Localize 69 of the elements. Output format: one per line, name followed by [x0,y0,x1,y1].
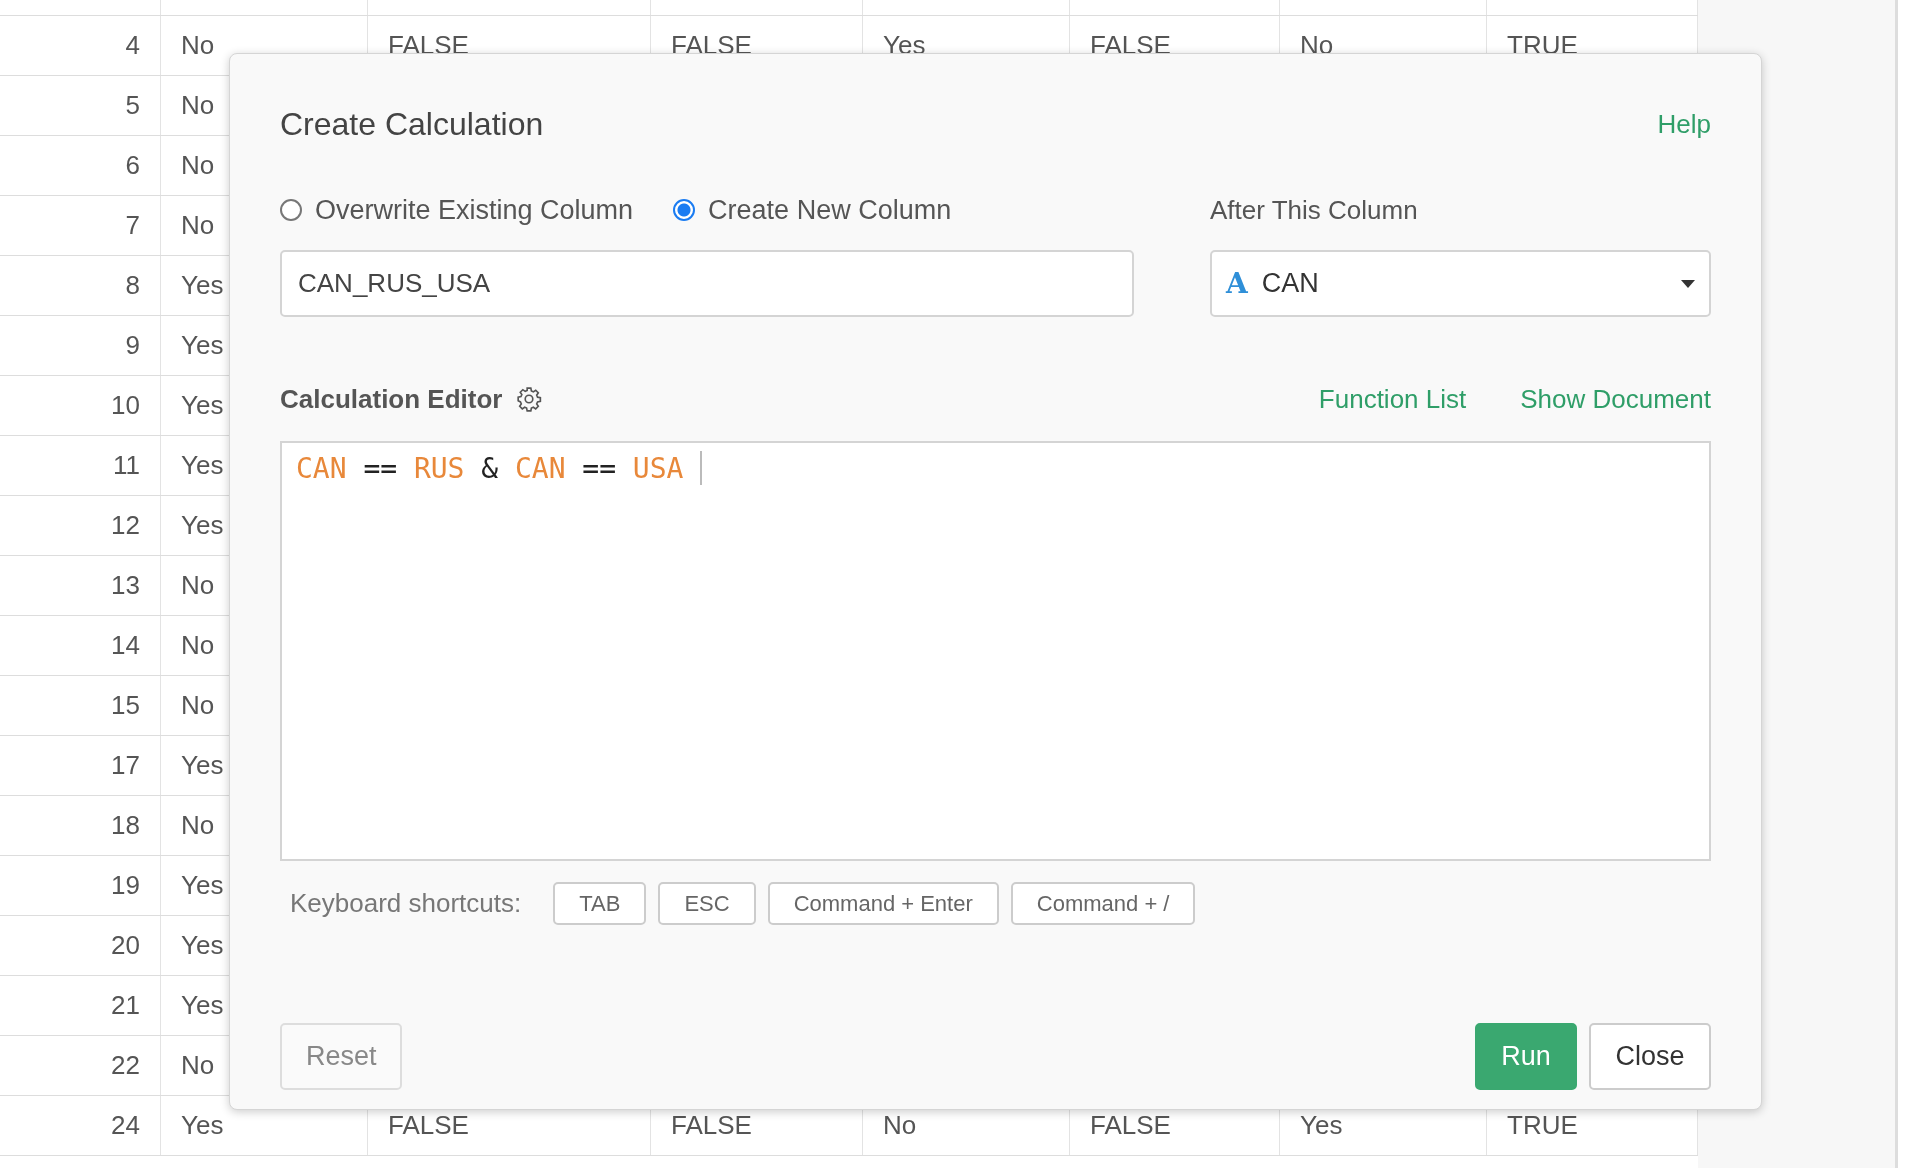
row-number: 10 [111,390,140,421]
row-number: 7 [125,210,140,241]
row-number: 4 [125,30,140,61]
table-cell: Yes [181,330,224,361]
table-cell: TRUE [1507,1110,1578,1141]
table-cell: No [181,210,215,241]
radio-button[interactable] [280,199,302,221]
row-number: 12 [111,510,140,541]
table-cell: No [181,810,215,841]
table-cell: Yes [181,450,224,481]
row-number: 19 [111,870,140,901]
table-cell: No [181,30,215,61]
table-cell: Yes [181,270,224,301]
row-number: 21 [111,990,140,1021]
row-number: 20 [111,930,140,961]
row-number: 9 [125,330,140,361]
column-name-field[interactable]: CAN_RUS_USA [280,250,1134,317]
row-number: 22 [111,1050,140,1081]
shortcut-key: Command + / [1010,882,1196,925]
table-cell: No [883,1110,917,1141]
radio-button[interactable] [673,199,696,221]
shortcut-key: ESC [658,882,756,925]
table-cell: Yes [181,750,224,781]
table-cell: No [181,1050,215,1081]
table-cell: No [181,690,215,721]
reset-button[interactable]: Reset [280,1023,402,1090]
help-link[interactable]: Help [1657,108,1711,140]
row-number: 15 [111,690,140,721]
table-cell: No [181,570,215,601]
table-cell: Yes [181,1110,224,1141]
text-type-icon: A [1226,267,1248,300]
row-number: 18 [111,810,140,841]
row-number: 6 [125,150,140,181]
editor-link[interactable]: Show Document [1520,383,1711,415]
table-cell: FALSE [388,1110,469,1141]
row-number: 5 [125,90,140,121]
table-cell: Yes [1300,1110,1343,1141]
editor-label: Calculation Editor [280,383,503,415]
table-cell: Yes [181,870,224,901]
row-number: 24 [111,1110,140,1141]
table-cell: No [181,150,215,181]
dialog-title: Create Calculation [280,105,544,143]
editor-link[interactable]: Function List [1318,383,1467,415]
settings-icon[interactable] [516,386,543,412]
table-cell: Yes [181,390,224,421]
table-cell: FALSE [1090,1110,1171,1141]
row-number: 11 [113,450,140,481]
shortcut-key: Command + Enter [767,882,999,925]
shortcuts-label: Keyboard shortcuts: [290,888,522,919]
table-cell: FALSE [671,1110,752,1141]
row-number: 8 [125,270,140,301]
table-cell: Yes [181,930,224,961]
table-cell: Yes [181,990,224,1021]
code-editor[interactable]: CAN == RUS & CAN == USA [280,441,1711,861]
radio-label: Overwrite Existing Column [315,194,634,226]
after-column-dropdown[interactable]: A CAN [1210,250,1711,317]
table-cell: Yes [181,510,224,541]
after-column-label: After This Column [1210,194,1419,226]
radio-label: Create New Column [708,194,952,226]
row-number: 14 [111,630,140,661]
row-number: 13 [111,570,140,601]
caret-icon [1681,279,1695,288]
close-button[interactable]: Close [1589,1023,1711,1090]
table-cell: No [181,630,215,661]
run-button[interactable]: Run [1475,1023,1577,1090]
table-cell: No [181,90,215,121]
code-line: CAN == RUS & CAN == USA [296,451,703,485]
shortcut-key: TAB [553,882,647,925]
row-number: 17 [111,750,140,781]
